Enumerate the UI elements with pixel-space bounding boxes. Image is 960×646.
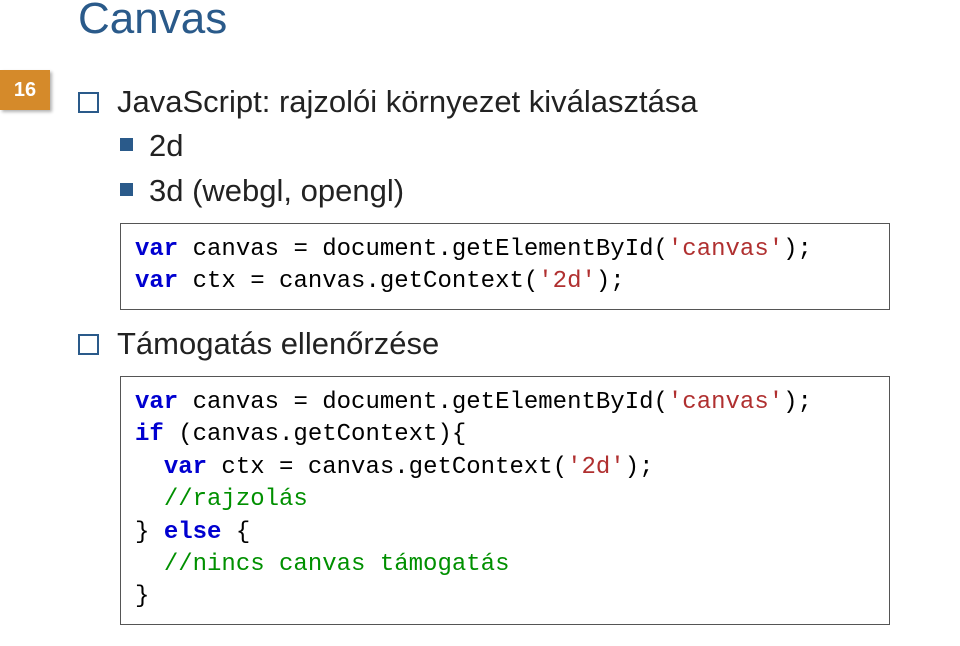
page-number-badge: 16 xyxy=(0,70,50,110)
bullet-main-text: JavaScript: rajzolói környezet kiválaszt… xyxy=(117,82,698,122)
code-text: canvas = document.getElementById( xyxy=(178,236,668,263)
bullet-filled-square-icon xyxy=(120,138,133,151)
code-text xyxy=(135,551,164,578)
code-block-1: var canvas = document.getElementById('ca… xyxy=(120,223,890,310)
code-text: ); xyxy=(625,454,654,481)
code-text: ); xyxy=(783,389,812,416)
code-keyword: var xyxy=(164,454,207,481)
code-string: '2d' xyxy=(567,454,625,481)
code-text: } xyxy=(135,583,149,610)
code-keyword: var xyxy=(135,268,178,295)
code-text: canvas = document.getElementById( xyxy=(178,389,668,416)
code-string: 'canvas' xyxy=(668,236,783,263)
bullet-support-text: Támogatás ellenőrzése xyxy=(117,324,439,364)
bullet-sub-2d: 2d xyxy=(120,126,920,166)
code-text xyxy=(135,486,164,513)
code-text: } xyxy=(135,519,164,546)
code-keyword: if xyxy=(135,421,164,448)
bullet-main: JavaScript: rajzolói környezet kiválaszt… xyxy=(78,82,920,122)
code-keyword: var xyxy=(135,389,178,416)
code-text: (canvas.getContext){ xyxy=(164,421,466,448)
bullet-sub-3d: 3d (webgl, opengl) xyxy=(120,171,920,211)
bullet-sub1-text: 2d xyxy=(149,126,183,166)
bullet-support: Támogatás ellenőrzése xyxy=(78,324,920,364)
code-comment: //rajzolás xyxy=(164,486,308,513)
slide-content: JavaScript: rajzolói környezet kiválaszt… xyxy=(78,82,920,639)
code-text: ctx = canvas.getContext( xyxy=(178,268,538,295)
code-text: { xyxy=(221,519,250,546)
slide-title: Canvas xyxy=(78,0,227,44)
code-string: '2d' xyxy=(538,268,596,295)
code-string: 'canvas' xyxy=(668,389,783,416)
bullet-square-icon xyxy=(78,334,99,355)
bullet-square-icon xyxy=(78,92,99,113)
code-comment: //nincs canvas támogatás xyxy=(164,551,510,578)
bullet-filled-square-icon xyxy=(120,183,133,196)
code-text xyxy=(135,454,164,481)
code-keyword: var xyxy=(135,236,178,263)
code-text: ); xyxy=(783,236,812,263)
code-block-2: var canvas = document.getElementById('ca… xyxy=(120,376,890,625)
bullet-sub2-text: 3d (webgl, opengl) xyxy=(149,171,404,211)
code-text: ctx = canvas.getContext( xyxy=(207,454,567,481)
code-keyword: else xyxy=(164,519,222,546)
code-text: ); xyxy=(596,268,625,295)
